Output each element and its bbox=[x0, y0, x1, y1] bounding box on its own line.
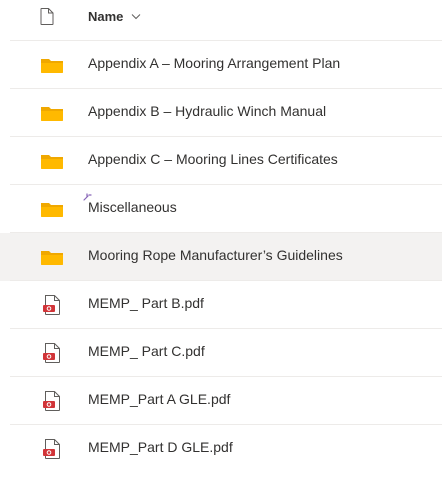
folder-name[interactable]: Appendix C – Mooring Lines Certificates bbox=[88, 151, 338, 167]
folder-row[interactable]: Miscellaneous bbox=[0, 185, 442, 233]
file-name[interactable]: MEMP_ Part C.pdf bbox=[88, 343, 205, 359]
document-icon bbox=[40, 8, 54, 25]
file-name[interactable]: MEMP_Part A GLE.pdf bbox=[88, 391, 230, 407]
folder-name[interactable]: Appendix A – Mooring Arrangement Plan bbox=[88, 55, 340, 71]
pdf-file-icon bbox=[43, 391, 60, 411]
file-name[interactable]: MEMP_ Part B.pdf bbox=[88, 295, 204, 311]
folder-name[interactable]: Miscellaneous bbox=[88, 199, 177, 215]
column-header-row: Name bbox=[0, 0, 442, 40]
folder-icon bbox=[41, 155, 63, 169]
name-column-label: Name bbox=[88, 9, 124, 24]
folder-row[interactable]: Appendix C – Mooring Lines Certificates bbox=[0, 137, 442, 185]
folder-row[interactable]: Mooring Rope Manufacturer’s Guidelines bbox=[0, 233, 442, 281]
folder-icon bbox=[41, 59, 63, 73]
pdf-file-icon bbox=[43, 343, 60, 363]
file-row[interactable]: MEMP_Part D GLE.pdf bbox=[0, 425, 442, 473]
file-list: Name Appendix A – Mooring Arrangement Pl… bbox=[0, 0, 442, 499]
folder-name[interactable]: Mooring Rope Manufacturer’s Guidelines bbox=[88, 247, 343, 263]
folder-icon bbox=[41, 107, 63, 121]
folder-row[interactable]: Appendix B – Hydraulic Winch Manual bbox=[0, 89, 442, 137]
pdf-file-icon bbox=[43, 439, 60, 459]
folder-icon bbox=[41, 251, 63, 265]
file-name[interactable]: MEMP_Part D GLE.pdf bbox=[88, 439, 233, 455]
file-row[interactable]: MEMP_ Part C.pdf bbox=[0, 329, 442, 377]
file-row[interactable]: MEMP_Part A GLE.pdf bbox=[0, 377, 442, 425]
folder-name[interactable]: Appendix B – Hydraulic Winch Manual bbox=[88, 103, 326, 119]
folder-row[interactable]: Appendix A – Mooring Arrangement Plan bbox=[0, 41, 442, 89]
chevron-down-icon[interactable] bbox=[131, 13, 141, 20]
file-row[interactable]: MEMP_ Part B.pdf bbox=[0, 281, 442, 329]
pdf-file-icon bbox=[43, 295, 60, 315]
folder-icon bbox=[41, 203, 63, 217]
name-column-header[interactable]: Name bbox=[88, 9, 141, 24]
